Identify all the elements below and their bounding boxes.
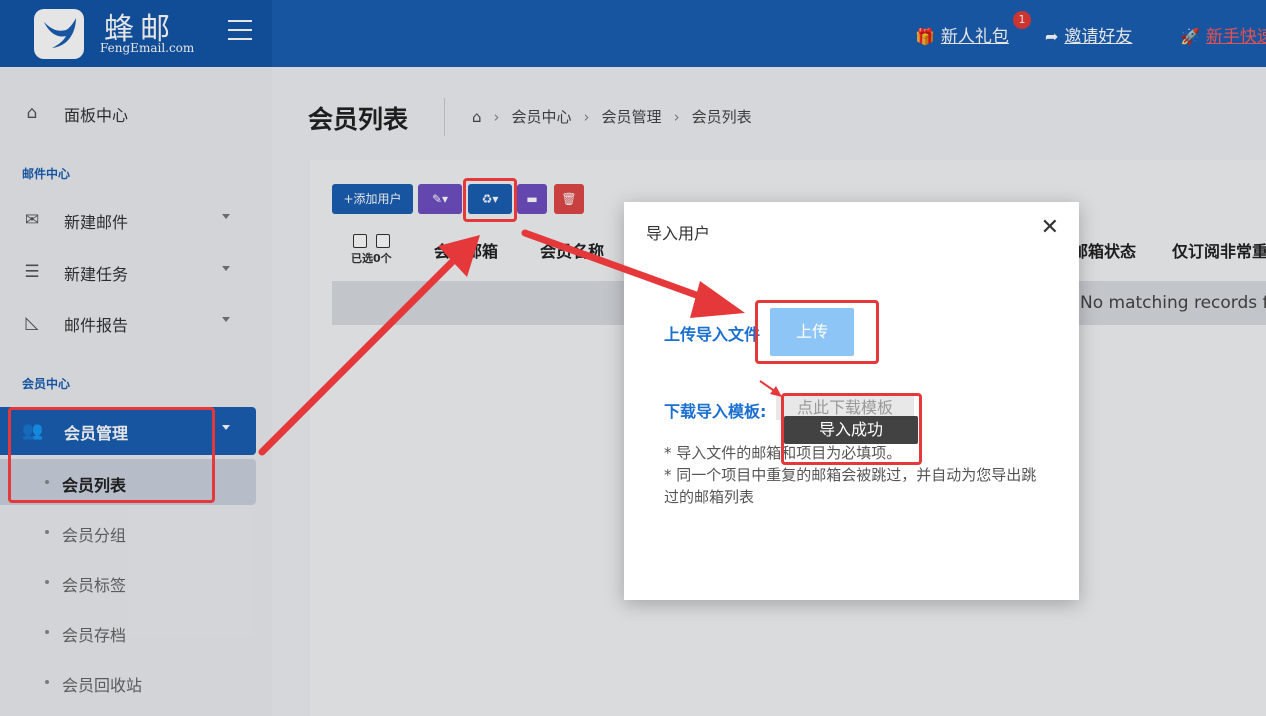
close-icon[interactable]: ✕ xyxy=(1041,215,1059,240)
annotation-highlight-upload xyxy=(755,300,879,364)
download-template-label: 下载导入模板: xyxy=(664,402,767,421)
note-duplicate-emails: * 同一个项目中重复的邮箱会被跳过，并自动为您导出跳过的邮箱列表 xyxy=(664,466,1037,506)
upload-file-label: 上传导入文件 xyxy=(664,325,761,344)
dialog-title: 导入用户 xyxy=(646,224,711,243)
annotation-highlight-toast xyxy=(781,393,922,465)
annotation-highlight-sidebar xyxy=(8,407,215,503)
annotation-highlight-import-button xyxy=(463,178,517,222)
